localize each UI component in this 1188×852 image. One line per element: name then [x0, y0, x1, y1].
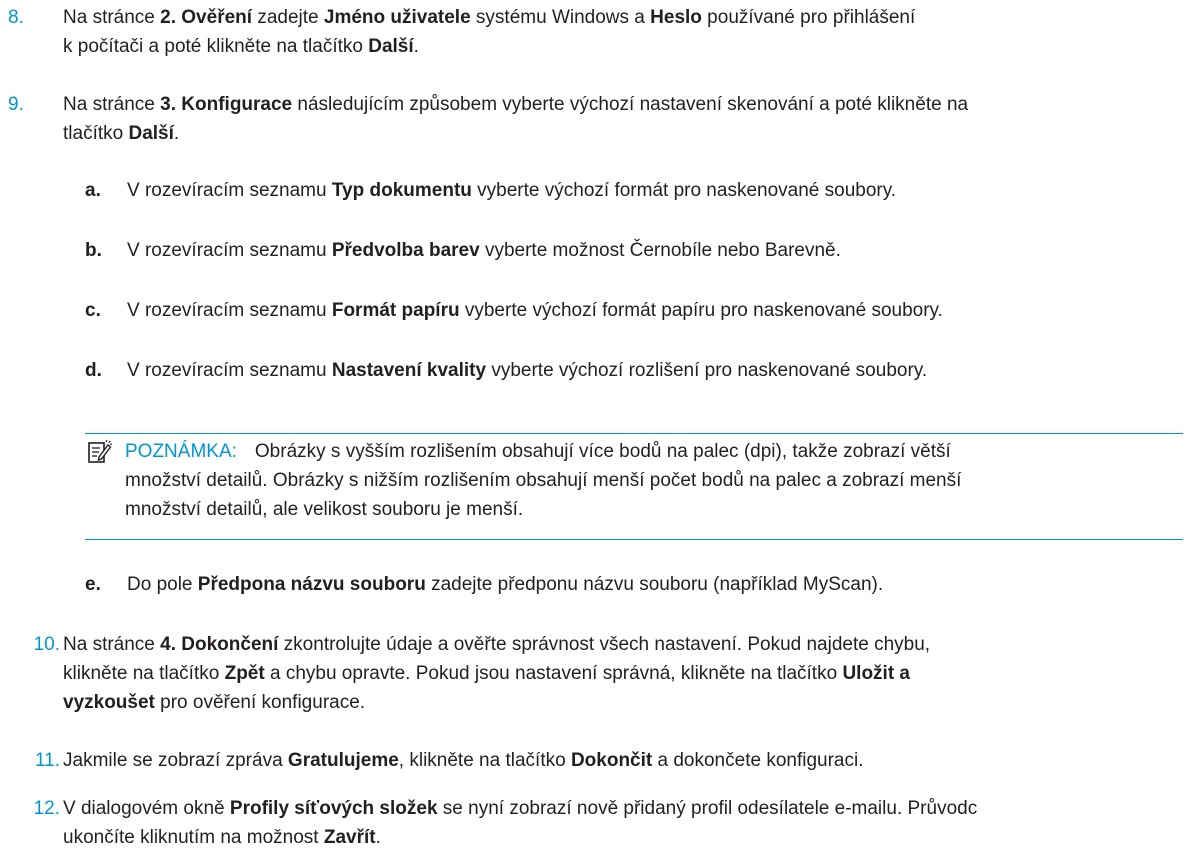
note-label: POZNÁMKA:: [125, 441, 237, 462]
step-number: 10.: [33, 634, 60, 655]
substep-letter: c.: [85, 300, 101, 321]
substep-text: Do pole Předpona názvu souboru zadejte p…: [127, 574, 884, 595]
step-text: Na stránce 4. Dokončení zkontrolujte úda…: [63, 634, 931, 713]
step-text: V dialogovém okně Profily síťových slože…: [63, 798, 978, 848]
step-text: Na stránce 2. Ověření zadejte Jméno uživ…: [63, 7, 916, 57]
note-pencil-icon: [88, 439, 112, 463]
step-text: Jakmile se zobrazí zpráva Gratulujeme, k…: [63, 750, 864, 771]
step-number: 12.: [33, 798, 60, 819]
substep-letter: e.: [85, 574, 101, 595]
substep-text: V rozevíracím seznamu Formát papíru vybe…: [127, 300, 943, 321]
substep-letter: d.: [85, 360, 102, 381]
substep-letter: a.: [85, 180, 101, 201]
step-number: 9.: [8, 94, 24, 115]
substep-text: V rozevíracím seznamu Typ dokumentu vybe…: [127, 180, 897, 201]
substep-letter: b.: [85, 240, 102, 261]
note-box: POZNÁMKA: Obrázky s vyšším rozlišením obs…: [85, 433, 1183, 540]
step-text: Na stránce 3. Konfigurace následujícím z…: [63, 94, 969, 144]
substep-text: V rozevíracím seznamu Předvolba barev vy…: [127, 240, 841, 261]
note-text: POZNÁMKA: Obrázky s vyšším rozlišením obs…: [125, 441, 962, 520]
substep-text: V rozevíracím seznamu Nastavení kvality …: [127, 360, 928, 381]
step-number: 11.: [34, 750, 60, 771]
step-number: 8.: [8, 7, 24, 28]
